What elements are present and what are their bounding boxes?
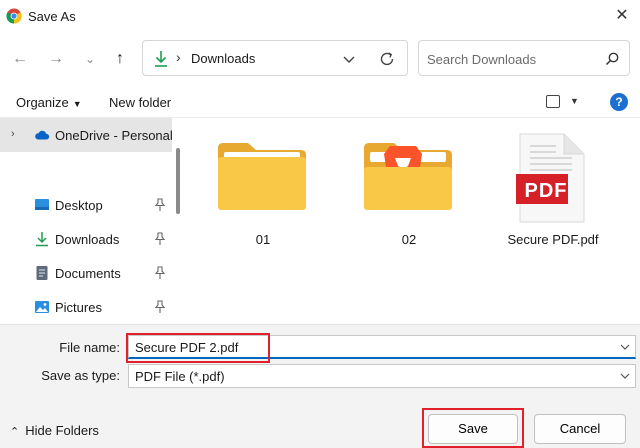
navigation-bar: ← → ⌄ ↑ › Downloads <box>0 32 640 86</box>
window-title: Save As <box>28 9 76 24</box>
search-box[interactable] <box>418 40 630 76</box>
folder-with-app-icon <box>364 143 452 210</box>
file-name-label: Secure PDF.pdf <box>507 232 599 247</box>
cloud-icon <box>35 130 50 140</box>
recent-locations-chevron-icon[interactable]: ⌄ <box>78 47 102 71</box>
view-options-icon[interactable] <box>546 95 560 108</box>
title-bar: Save As ✕ <box>0 0 640 32</box>
save-panel: File name: Save as type: PDF File (*.pdf… <box>0 324 640 448</box>
download-icon <box>36 232 48 247</box>
command-toolbar: Organize ▼ New folder ▼ ? <box>0 86 640 118</box>
sidebar-item-label: Desktop <box>55 198 103 213</box>
file-name-highlight <box>126 333 270 363</box>
sidebar-item-label: Pictures <box>55 300 102 315</box>
refresh-icon[interactable] <box>377 49 397 69</box>
caret-down-icon: ▼ <box>72 99 82 109</box>
pin-icon[interactable] <box>154 266 166 280</box>
address-path: Downloads <box>191 51 256 66</box>
sidebar-item-label: Downloads <box>55 232 120 247</box>
file-list: 01 02 PDF Secure PDF.pdf <box>188 118 640 324</box>
caret-down-icon[interactable]: ▼ <box>570 96 579 106</box>
sidebar-item-label: OneDrive - Personal <box>55 128 173 143</box>
cancel-button[interactable]: Cancel <box>534 414 626 444</box>
save-as-type-value: PDF File (*.pdf) <box>135 369 225 384</box>
path-separator: › <box>176 49 181 65</box>
address-bar[interactable]: › Downloads <box>142 40 408 76</box>
chevron-up-icon: ⌃ <box>10 426 20 438</box>
sidebar-item-pictures[interactable]: Pictures <box>0 290 172 324</box>
file-name-label: 02 <box>401 232 417 247</box>
save-as-type-label: Save as type: <box>41 368 120 383</box>
new-folder-button[interactable]: New folder <box>109 95 171 110</box>
sidebar-item-onedrive[interactable]: › OneDrive - Personal <box>0 118 173 152</box>
desktop-icon <box>35 199 49 210</box>
sidebar-item-desktop[interactable]: Desktop <box>0 188 172 222</box>
pdf-file-icon <box>516 133 585 223</box>
file-name-label: File name: <box>59 340 120 355</box>
pin-icon[interactable] <box>154 198 166 212</box>
sidebar-item-documents[interactable]: Documents <box>0 256 172 290</box>
chevron-down-icon[interactable] <box>617 338 633 356</box>
pin-icon[interactable] <box>154 232 166 246</box>
chrome-icon <box>6 8 22 24</box>
organize-menu[interactable]: Organize ▼ <box>16 95 82 110</box>
hide-folders-button[interactable]: ⌃ Hide Folders <box>10 423 99 438</box>
file-item-folder-02[interactable]: 02 <box>334 118 452 248</box>
pictures-icon <box>35 301 49 313</box>
search-icon[interactable] <box>603 50 621 68</box>
save-as-type-select[interactable]: PDF File (*.pdf) <box>128 364 636 388</box>
close-icon[interactable]: ✕ <box>612 6 632 26</box>
pin-icon[interactable] <box>154 300 166 314</box>
up-arrow-icon[interactable]: ↑ <box>108 47 132 71</box>
sidebar-item-downloads[interactable]: Downloads <box>0 222 172 256</box>
back-arrow-icon[interactable]: ← <box>8 47 32 71</box>
chevron-down-icon[interactable] <box>617 367 633 385</box>
pdf-badge: PDF <box>524 180 568 202</box>
download-icon <box>155 51 167 67</box>
forward-arrow-icon[interactable]: → <box>44 47 68 71</box>
navigation-pane: › OneDrive - Personal Desktop Downloads <box>0 118 188 324</box>
hide-folders-label: Hide Folders <box>25 423 99 438</box>
sidebar-item-label: Documents <box>55 266 121 281</box>
chevron-down-icon[interactable] <box>339 49 359 69</box>
organize-label: Organize <box>16 95 69 110</box>
help-icon[interactable]: ? <box>610 93 628 111</box>
file-item-folder-01[interactable]: 01 <box>188 118 306 248</box>
folder-icon <box>218 143 306 210</box>
save-button[interactable]: Save <box>428 414 518 444</box>
search-input[interactable] <box>427 49 597 69</box>
file-name-label: 01 <box>255 232 271 247</box>
sidebar-scrollbar-thumb[interactable] <box>176 148 180 214</box>
document-icon <box>36 266 48 280</box>
file-item-secure-pdf[interactable]: PDF Secure PDF.pdf <box>482 118 599 248</box>
chevron-right-icon[interactable]: › <box>11 128 15 140</box>
